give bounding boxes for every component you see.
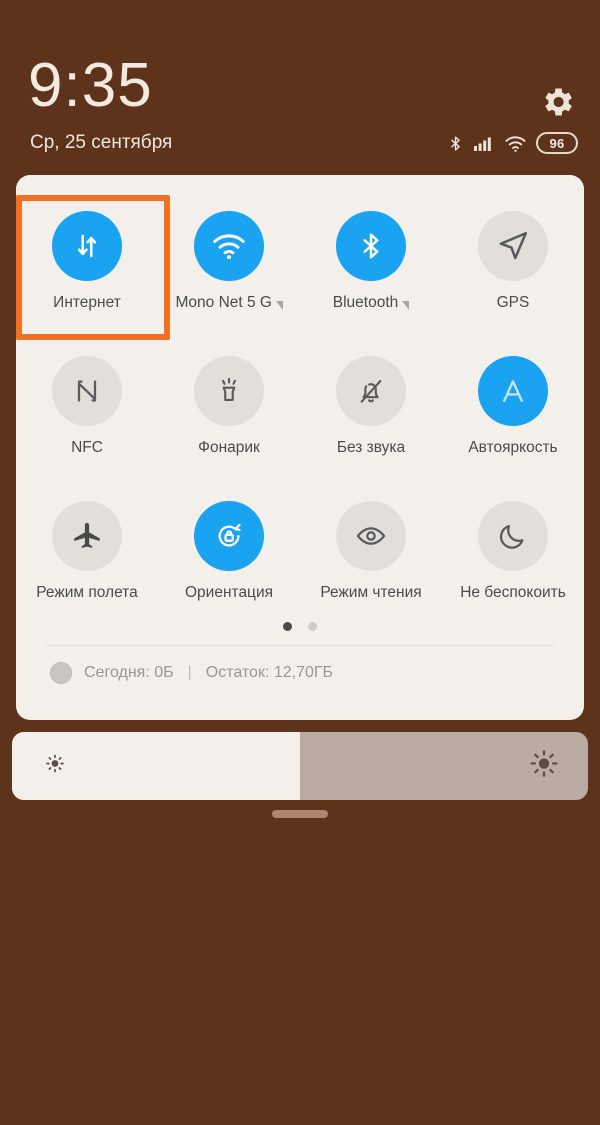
tile-label: NFC bbox=[71, 439, 103, 456]
tile-nfc[interactable]: NFC bbox=[16, 334, 158, 457]
tile-label: Режим чтения bbox=[320, 584, 422, 601]
tile-silent[interactable]: Без звука bbox=[300, 334, 442, 457]
data-used-today: Сегодня: 0Б bbox=[84, 664, 174, 681]
battery-percent: 96 bbox=[549, 135, 565, 151]
tile-orientation-lock[interactable]: Ориентация bbox=[158, 479, 300, 602]
tile-airplane-mode[interactable]: Режим полета bbox=[16, 479, 158, 602]
bluetooth-icon bbox=[336, 211, 406, 281]
tile-do-not-disturb[interactable]: Не беспокоить bbox=[442, 479, 584, 602]
tile-label: Ориентация bbox=[185, 584, 273, 601]
page-dot-2[interactable] bbox=[308, 622, 317, 631]
chevron-down-icon[interactable] bbox=[275, 300, 283, 310]
page-dot-1[interactable] bbox=[283, 622, 292, 631]
flashlight-icon bbox=[194, 356, 264, 426]
gear-icon[interactable] bbox=[538, 83, 576, 121]
drag-handle[interactable] bbox=[272, 810, 328, 818]
brightness-high-icon bbox=[528, 748, 560, 785]
data-remaining: Остаток: 12,70ГБ bbox=[205, 664, 334, 681]
data-usage-text: Сегодня: 0Б | Остаток: 12,70ГБ bbox=[84, 664, 333, 682]
tile-grid: Интернет Mono Net 5 G Bluetooth GPS NFC … bbox=[16, 189, 584, 602]
battery-icon: 96 bbox=[536, 132, 578, 154]
moon-icon bbox=[478, 501, 548, 571]
auto-brightness-icon bbox=[478, 356, 548, 426]
tile-label: Автояркость bbox=[468, 439, 558, 456]
wifi-icon bbox=[504, 134, 527, 153]
tile-label: GPS bbox=[496, 294, 530, 311]
clock-date: Ср, 25 сентября bbox=[30, 132, 173, 153]
airplane-icon bbox=[52, 501, 122, 571]
quick-settings-screen: 9:35 Ср, 25 сентября 96 Интернет Mono Ne… bbox=[0, 0, 600, 1125]
tile-internet[interactable]: Интернет bbox=[16, 189, 170, 340]
bell-muted-icon bbox=[336, 356, 406, 426]
location-arrow-icon bbox=[478, 211, 548, 281]
tile-flashlight[interactable]: Фонарик bbox=[158, 334, 300, 457]
cellular-signal-icon bbox=[473, 134, 495, 152]
brightness-slider[interactable] bbox=[12, 732, 588, 800]
tile-label: Режим полета bbox=[36, 584, 138, 601]
tile-label: Без звука bbox=[336, 439, 406, 456]
tile-label: Фонарик bbox=[198, 439, 260, 456]
chevron-down-icon[interactable] bbox=[402, 300, 410, 310]
system-icons: 96 bbox=[447, 132, 578, 154]
tile-gps[interactable]: GPS bbox=[442, 189, 584, 312]
data-usage-separator: | bbox=[187, 664, 192, 681]
tile-wifi[interactable]: Mono Net 5 G bbox=[158, 189, 300, 312]
mobile-data-icon bbox=[52, 211, 122, 281]
status-bar: 9:35 Ср, 25 сентября 96 bbox=[0, 0, 600, 175]
data-usage-row[interactable]: Сегодня: 0Б | Остаток: 12,70ГБ bbox=[50, 662, 333, 684]
tile-label: Не беспокоить bbox=[460, 584, 566, 601]
page-indicator bbox=[16, 622, 584, 631]
data-usage-icon bbox=[50, 662, 72, 684]
tile-auto-brightness[interactable]: Автояркость bbox=[442, 334, 584, 457]
brightness-low-icon bbox=[42, 751, 68, 782]
eye-icon bbox=[336, 501, 406, 571]
divider bbox=[46, 645, 554, 646]
tile-bluetooth[interactable]: Bluetooth bbox=[300, 189, 442, 312]
tile-label: Bluetooth bbox=[333, 294, 410, 312]
nfc-icon bbox=[52, 356, 122, 426]
tile-label: Интернет bbox=[53, 294, 121, 311]
wifi-icon bbox=[194, 211, 264, 281]
rotation-lock-icon bbox=[194, 501, 264, 571]
quick-settings-panel: Интернет Mono Net 5 G Bluetooth GPS NFC … bbox=[16, 175, 584, 720]
clock-time: 9:35 bbox=[28, 51, 153, 120]
tile-reading-mode[interactable]: Режим чтения bbox=[300, 479, 442, 602]
tile-label: Mono Net 5 G bbox=[176, 294, 283, 312]
bluetooth-icon bbox=[447, 133, 464, 154]
